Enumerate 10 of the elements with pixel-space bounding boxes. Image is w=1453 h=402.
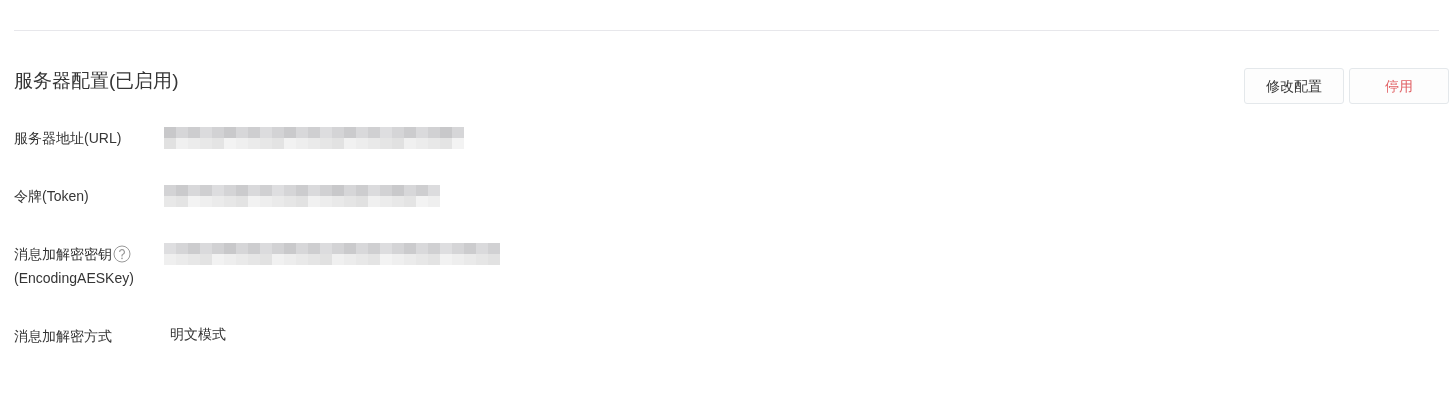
disable-button[interactable]: 停用 (1349, 68, 1449, 104)
edit-config-button[interactable]: 修改配置 (1244, 68, 1344, 104)
field-value: 明文模式 (169, 325, 226, 344)
help-icon[interactable] (113, 245, 131, 263)
field-label: (EncodingAESKey) (14, 269, 135, 288)
field-label: 服务器地址(URL) (14, 129, 122, 148)
field-label: 消息加解密方式 (14, 327, 112, 346)
section-title: 服务器配置(已启用) (14, 69, 179, 93)
field-label: 消息加解密密钥 (14, 245, 112, 264)
field-label: 令牌(Token) (14, 187, 89, 206)
